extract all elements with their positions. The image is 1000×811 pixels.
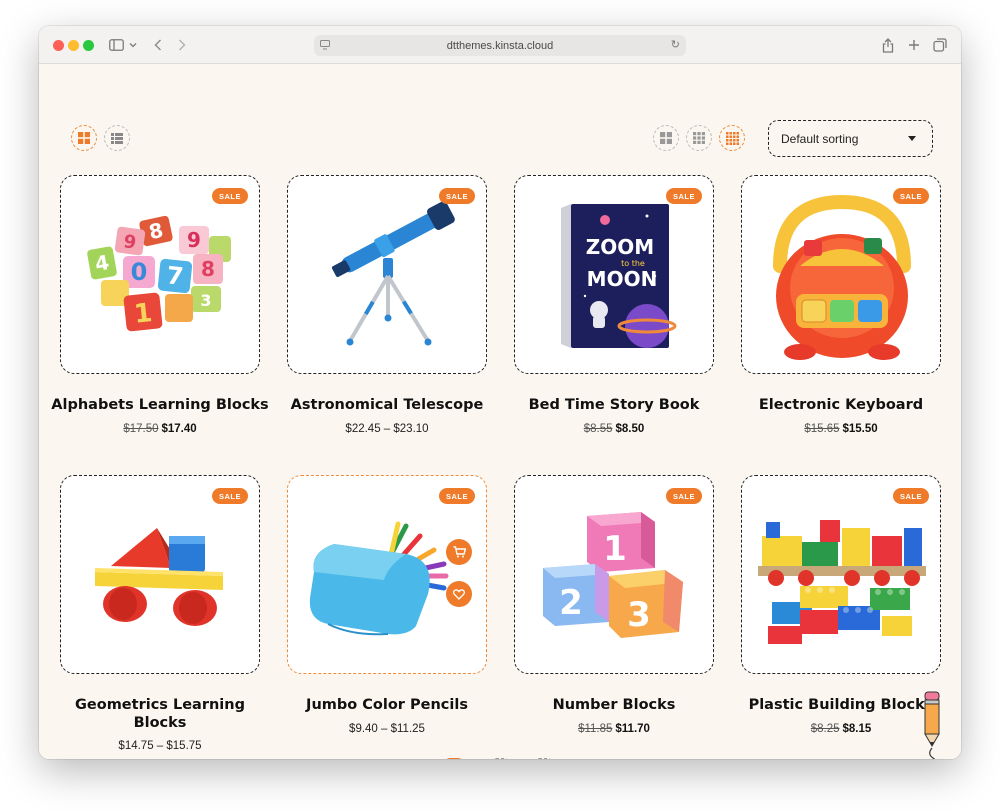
close-window-button[interactable] (53, 40, 64, 51)
browser-titlebar: dtthemes.kinsta.cloud ↻ (39, 26, 961, 64)
product-image[interactable]: SALE 8 9 9 4 0 7 8 3 1 (60, 175, 260, 374)
original-price: $17.50 (123, 423, 159, 435)
product-price: $17.50 $17.40 (60, 423, 260, 435)
shop-page: Default sorting SALE 8 9 9 4 0 7 8 3 1 A… (39, 64, 961, 759)
original-price: $8.55 (583, 423, 613, 435)
product-title[interactable]: Number Blocks (504, 696, 724, 714)
two-column-icon (660, 132, 672, 144)
zoom-window-button[interactable] (83, 40, 94, 51)
original-price: $15.65 (804, 423, 840, 435)
sale-badge: SALE (665, 488, 702, 504)
svg-text:9: 9 (187, 228, 201, 252)
product-price: $11.85 $11.70 (514, 723, 714, 735)
product-price: $15.65 $15.50 (741, 423, 941, 435)
alphabet-blocks-image: 8 9 9 4 0 7 8 3 1 (87, 215, 231, 332)
product-title[interactable]: Bed Time Story Book (504, 396, 724, 414)
sort-dropdown[interactable]: Default sorting (768, 120, 933, 157)
four-column-icon (725, 131, 739, 145)
product-image[interactable]: SALE (287, 175, 487, 374)
three-column-button[interactable] (686, 125, 712, 151)
book-cover-title: ZOOM (586, 235, 654, 259)
list-icon (111, 132, 123, 144)
pagination-page-2[interactable] (490, 758, 510, 759)
sidebar-toggle-icon[interactable] (107, 35, 125, 55)
url-text: dtthemes.kinsta.cloud (446, 39, 554, 52)
product-image[interactable]: SALE (287, 475, 487, 674)
electronic-keyboard-image (773, 194, 911, 360)
product-image[interactable]: SALE ZOOM to the MOON (514, 175, 714, 374)
geometric-blocks-image (95, 528, 223, 626)
back-icon[interactable] (151, 35, 165, 55)
pencil-decoration-icon (924, 691, 940, 759)
product-price: $8.25 $8.15 (741, 723, 941, 735)
sale-price: $8.15 (842, 723, 872, 735)
svg-text:2: 2 (559, 583, 583, 623)
product-image[interactable]: SALE 1 2 3 (514, 475, 714, 674)
add-to-wishlist-button[interactable] (446, 581, 472, 607)
telescope-image (331, 201, 455, 346)
original-price: $11.85 (578, 723, 613, 735)
three-column-icon (693, 132, 705, 144)
sale-badge: SALE (211, 188, 248, 204)
original-price: $8.25 (810, 723, 840, 735)
product-title[interactable]: Plastic Building Blocks (731, 696, 951, 714)
svg-text:3: 3 (627, 595, 651, 635)
sale-price: $17.40 (161, 423, 197, 435)
heart-icon (453, 588, 465, 600)
browser-window: dtthemes.kinsta.cloud ↻ Default sorting … (39, 26, 961, 759)
sale-badge: SALE (892, 488, 929, 504)
minimize-window-button[interactable] (68, 40, 79, 51)
sale-badge: SALE (892, 188, 929, 204)
sale-price: $15.50 (842, 423, 878, 435)
sale-badge: SALE (438, 488, 475, 504)
sale-price: $8.50 (615, 423, 645, 435)
pencil-case-image (309, 521, 449, 636)
sale-badge: SALE (438, 188, 475, 204)
product-price: $8.55 $8.50 (514, 423, 714, 435)
product-title[interactable]: Electronic Keyboard (731, 396, 951, 414)
sort-selected-value: Default sorting (781, 131, 859, 146)
cart-icon (453, 546, 466, 558)
product-price-range: $9.40 – $11.25 (349, 723, 425, 735)
two-column-button[interactable] (653, 125, 679, 151)
sale-badge: SALE (665, 188, 702, 204)
number-blocks-image: 1 2 3 (543, 512, 683, 638)
add-to-cart-button[interactable] (446, 539, 472, 565)
product-title[interactable]: Jumbo Color Pencils (277, 696, 497, 714)
site-settings-icon[interactable] (320, 40, 330, 50)
chevron-down-icon[interactable] (128, 35, 138, 55)
address-bar[interactable]: dtthemes.kinsta.cloud ↻ (314, 35, 686, 56)
svg-text:8: 8 (201, 257, 215, 281)
reload-icon[interactable]: ↻ (671, 38, 680, 51)
grid-icon (78, 132, 90, 144)
building-blocks-image (758, 520, 926, 644)
svg-text:7: 7 (165, 261, 185, 291)
svg-text:0: 0 (131, 258, 148, 286)
product-title[interactable]: Alphabets Learning Blocks (50, 396, 270, 414)
product-title[interactable]: Astronomical Telescope (277, 396, 497, 414)
new-tab-icon[interactable] (906, 35, 922, 55)
sale-badge: SALE (211, 488, 248, 504)
tab-overview-icon[interactable] (932, 35, 948, 55)
book-cover-word: MOON (587, 267, 658, 291)
sale-price: $11.70 (615, 723, 650, 735)
product-price-range: $22.45 – $23.10 (345, 423, 429, 435)
pagination-next[interactable] (533, 758, 553, 759)
product-title[interactable]: Geometrics Learning Blocks (50, 696, 270, 732)
svg-text:1: 1 (133, 298, 154, 330)
grid-view-button[interactable] (71, 125, 97, 151)
svg-text:3: 3 (200, 291, 211, 310)
product-image[interactable]: SALE (741, 175, 941, 374)
product-price-range: $14.75 – $15.75 (118, 740, 202, 752)
four-column-button[interactable] (719, 125, 745, 151)
share-icon[interactable] (880, 35, 896, 55)
forward-icon[interactable] (175, 35, 189, 55)
caret-down-icon (908, 136, 916, 141)
product-image[interactable]: SALE (741, 475, 941, 674)
storybook-image: ZOOM to the MOON (561, 204, 677, 348)
svg-text:1: 1 (603, 529, 627, 569)
pagination-page-1[interactable] (444, 758, 464, 759)
product-image[interactable]: SALE (60, 475, 260, 674)
list-view-button[interactable] (104, 125, 130, 151)
